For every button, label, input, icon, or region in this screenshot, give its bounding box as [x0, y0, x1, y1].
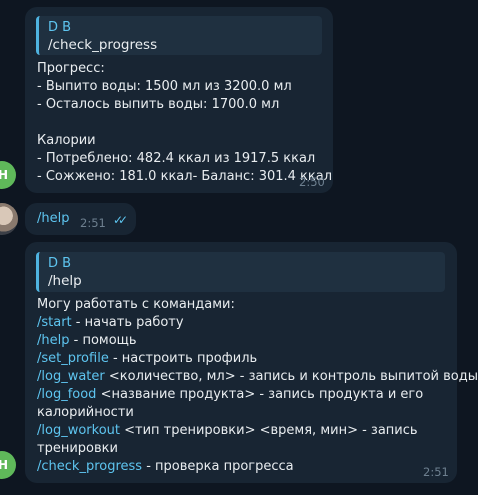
command-description: <название продукта> - запись продукта и …	[96, 387, 424, 402]
message-time: 2:51	[80, 216, 106, 230]
command-description: - помощь	[69, 333, 137, 348]
command-link[interactable]: /set_profile	[37, 351, 109, 366]
message-text: Могу работать с командами: /start - нача…	[37, 296, 478, 476]
message-text: Прогресс: - Выпито воды: 1500 мл из 3200…	[37, 60, 332, 186]
bot-avatar-letter: Н	[0, 168, 8, 182]
reply-text: /help	[48, 273, 82, 289]
command-link[interactable]: /start	[37, 315, 72, 330]
double-check-icon: ✓✓	[113, 213, 128, 227]
message-text-command[interactable]: /help	[37, 210, 69, 228]
command-line: /help - помощь	[37, 332, 478, 350]
bot-avatar[interactable]: Н	[0, 161, 16, 189]
command-link[interactable]: /help	[37, 333, 69, 348]
reply-author: D B	[48, 20, 72, 35]
text-line: - Сожжено: 181.0 ккал- Баланс: 301.4 кка…	[37, 169, 333, 184]
command-description: - начать работу	[71, 315, 184, 330]
user-avatar[interactable]	[0, 203, 18, 235]
message-time: 2:51	[423, 465, 449, 479]
text-line: - Потреблено: 482.4 ккал из 1917.5 ккал	[37, 151, 316, 166]
text-line: Прогресс:	[37, 61, 105, 76]
bot-message-progress[interactable]: D B /check_progress Прогресс: - Выпито в…	[25, 7, 333, 193]
text-line: Калории	[37, 133, 96, 148]
command-description: - настроить профиль	[108, 351, 258, 366]
command-description: <количество, мл> - запись и контроль вып…	[104, 369, 478, 384]
command-line: /log_workout <тип тренировки> <время, ми…	[37, 422, 478, 440]
command-line: /log_food <название продукта> - запись п…	[37, 386, 478, 404]
text-line: - Выпито воды: 1500 мл из 3200.0 мл	[37, 79, 292, 94]
command-link[interactable]: /log_food	[37, 387, 96, 402]
user-message-help[interactable]: /help 2:51 ✓✓	[25, 203, 136, 235]
reply-quote[interactable]: D B /check_progress	[36, 16, 322, 55]
command-line: /set_profile - настроить профиль	[37, 350, 478, 368]
command-description: <тип тренировки> <время, мин> - запись	[119, 423, 418, 438]
command-description: тренировки	[37, 441, 118, 456]
bot-message-help[interactable]: D B /help Могу работать с командами: /st…	[25, 242, 478, 483]
reply-quote[interactable]: D B /help	[36, 252, 445, 292]
command-link[interactable]: /check_progress	[37, 459, 142, 474]
bot-avatar-letter: Н	[0, 458, 8, 472]
command-line: /log_water <количество, мл> - запись и к…	[37, 368, 478, 386]
text-line-empty	[37, 114, 332, 132]
text-line: - Осталось выпить воды: 1700.0 мл	[37, 97, 280, 112]
command-line: /start - начать работу	[37, 314, 478, 332]
command-link[interactable]: /log_workout	[37, 423, 120, 438]
command-line-continued: тренировки	[37, 440, 478, 458]
command-description: калорийности	[37, 405, 134, 420]
command-line: /check_progress - проверка прогресса	[37, 458, 478, 476]
message-time: 2:50	[299, 175, 325, 189]
reply-author: D B	[48, 256, 72, 271]
command-link[interactable]: /log_water	[37, 369, 105, 384]
bot-avatar[interactable]: Н	[0, 451, 16, 479]
command-description: - проверка прогресса	[142, 459, 294, 474]
text-line: Могу работать с командами:	[37, 297, 235, 312]
command-line-continued: калорийности	[37, 404, 478, 422]
reply-text: /check_progress	[48, 37, 158, 53]
